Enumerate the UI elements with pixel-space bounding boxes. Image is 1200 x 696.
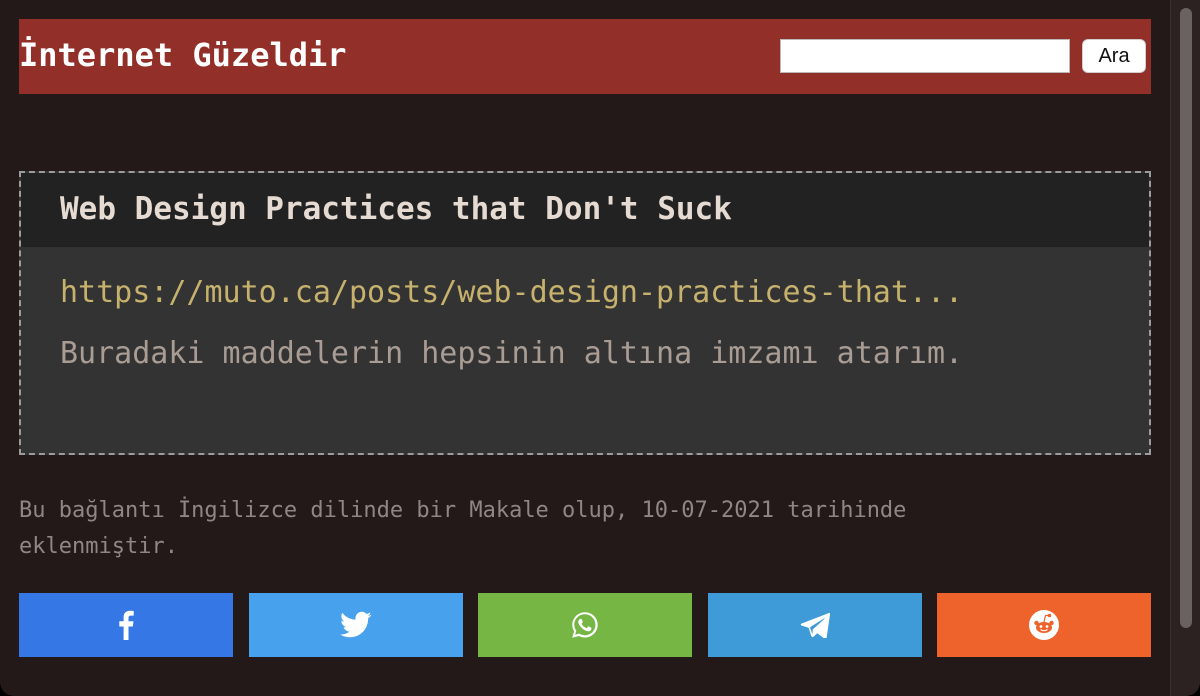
facebook-icon [119, 610, 134, 640]
search-form: Ara [780, 38, 1146, 73]
share-facebook-button[interactable] [19, 593, 233, 657]
scrollbar-thumb[interactable] [1180, 8, 1192, 628]
share-twitter-button[interactable] [248, 593, 463, 657]
search-input[interactable] [780, 38, 1070, 73]
site-header: İnternet Güzeldir Ara [19, 19, 1151, 94]
link-card: Web Design Practices that Don't Suck htt… [19, 171, 1151, 455]
card-title: Web Design Practices that Don't Suck [60, 191, 732, 227]
share-reddit-button[interactable] [937, 593, 1151, 657]
card-body: https://muto.ca/posts/web-design-practic… [21, 247, 1149, 371]
card-description: Buradaki maddelerin hepsinin altına imza… [60, 336, 964, 371]
card-header: Web Design Practices that Don't Suck [21, 173, 1149, 247]
twitter-icon [339, 611, 371, 638]
search-button[interactable]: Ara [1082, 38, 1146, 73]
scrollbar[interactable] [1170, 0, 1200, 696]
page-content: İnternet Güzeldir Ara Web Design Practic… [19, 19, 1151, 657]
browser-window: İnternet Güzeldir Ara Web Design Practic… [0, 0, 1200, 696]
share-bar [19, 593, 1151, 657]
share-whatsapp-button[interactable] [478, 593, 692, 657]
share-telegram-button[interactable] [707, 593, 922, 657]
telegram-icon [800, 612, 830, 638]
whatsapp-icon [572, 612, 598, 638]
site-title[interactable]: İnternet Güzeldir [19, 36, 347, 74]
link-meta: Bu bağlantı İngilizce dilinde bir Makale… [19, 498, 907, 559]
reddit-icon [1029, 610, 1059, 640]
card-link[interactable]: https://muto.ca/posts/web-design-practic… [60, 275, 1149, 310]
